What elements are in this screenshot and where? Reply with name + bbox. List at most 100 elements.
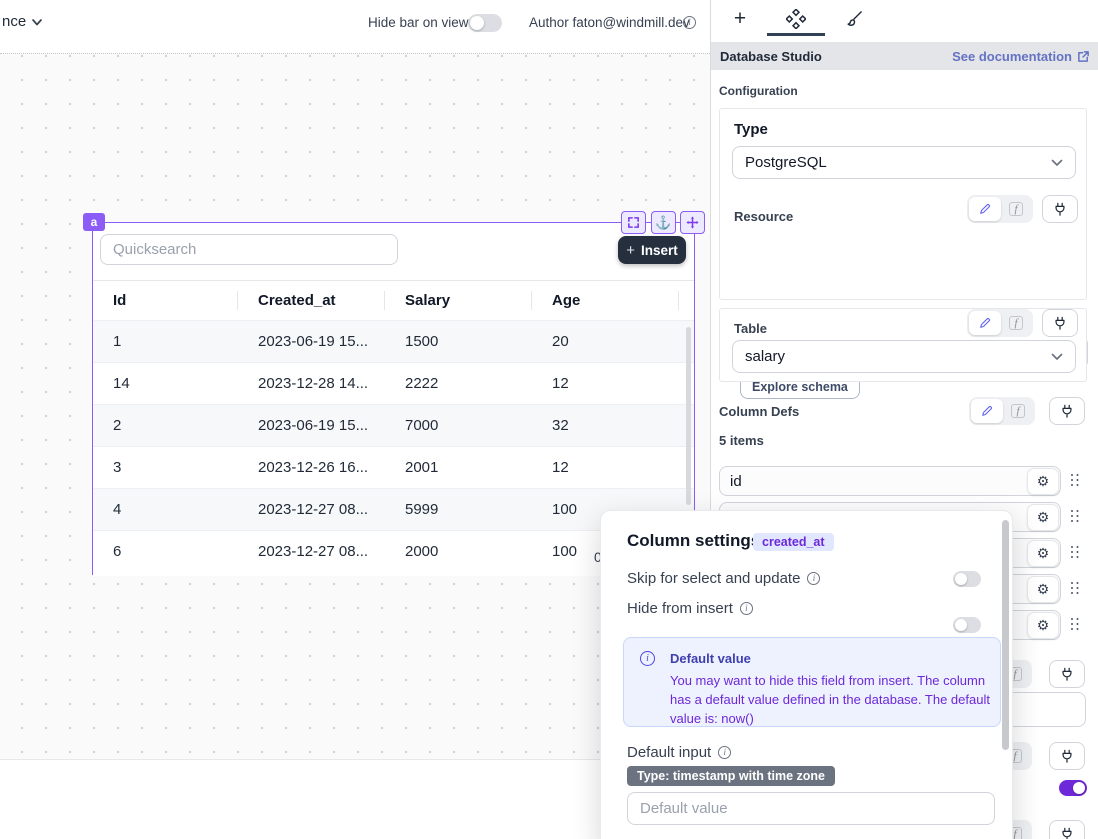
column-settings-popup: Column settings created_at Skip for sele…	[600, 510, 1013, 839]
drag-handle[interactable]	[1071, 546, 1079, 559]
column-header[interactable]: Age	[532, 281, 679, 320]
chevron-down-icon	[1051, 159, 1063, 167]
expand-component-button[interactable]	[621, 211, 646, 234]
column-defs-mode-switch: f	[969, 397, 1035, 425]
static-mode-button[interactable]	[969, 311, 1001, 335]
default-value-input[interactable]	[627, 792, 995, 825]
quicksearch-input[interactable]	[100, 234, 398, 265]
app-name-partial: nce	[2, 13, 26, 30]
type-select[interactable]: PostgreSQL	[732, 146, 1076, 179]
table-row[interactable]: 3 2023-12-26 16... 2001 12	[93, 446, 694, 488]
plug-icon	[1053, 316, 1067, 330]
table-row[interactable]: 14 2023-12-28 14... 2222 12	[93, 362, 694, 404]
table-mode-switch: f	[967, 309, 1033, 337]
table-cell: 32	[532, 417, 679, 434]
insert-button-label: Insert	[641, 243, 678, 258]
tab-styling[interactable]	[843, 8, 865, 30]
column-header[interactable]: Salary	[385, 281, 532, 320]
column-settings-gear-button[interactable]: ⚙	[1027, 576, 1059, 603]
function-icon: f	[1011, 404, 1024, 418]
column-settings-gear-button[interactable]: ⚙	[1027, 504, 1059, 531]
connect-input-button[interactable]	[1049, 397, 1085, 425]
drag-handle[interactable]	[1071, 510, 1079, 523]
move-icon	[686, 216, 699, 229]
column-def-name: id	[730, 473, 742, 490]
column-settings-gear-button[interactable]: ⚙	[1027, 540, 1059, 567]
chevron-down-icon	[1051, 353, 1063, 361]
tab-component-settings[interactable]	[785, 8, 807, 30]
see-documentation-link[interactable]: See documentation	[952, 49, 1090, 64]
table-cell: 2023-12-26 16...	[238, 459, 385, 476]
paintbrush-icon	[845, 10, 864, 29]
plug-icon	[1053, 202, 1067, 216]
toggle-knob	[1073, 782, 1085, 794]
skip-select-update-toggle[interactable]	[953, 571, 981, 587]
insert-button[interactable]: + Insert	[618, 236, 686, 264]
connect-input-button[interactable]	[1042, 309, 1078, 337]
editor-topbar: nce Hide bar on view Author faton@windmi…	[0, 0, 710, 45]
info-icon[interactable]: i	[740, 602, 753, 615]
info-icon[interactable]: i	[718, 746, 731, 759]
resource-mode-switch: f	[967, 195, 1033, 223]
info-box-body: You may want to hide this field from ins…	[670, 671, 994, 729]
plus-icon: +	[626, 242, 635, 259]
table-select[interactable]: salary	[732, 340, 1076, 373]
table-header-row: Id Created_at Salary Age	[93, 281, 694, 320]
connect-input-button[interactable]	[1042, 195, 1078, 223]
skip-select-update-label: Skip for select and update i	[627, 570, 820, 587]
hide-label-text: Hide from insert	[627, 600, 733, 617]
table-row[interactable]: 1 2023-06-19 15... 1500 20	[93, 320, 694, 362]
table-cell: 12	[532, 459, 679, 476]
pencil-icon	[979, 203, 991, 215]
drag-handle[interactable]	[1071, 618, 1079, 631]
move-component-button[interactable]	[680, 211, 705, 234]
column-name-badge: created_at	[753, 533, 834, 551]
configuration-section-label: Configuration	[719, 84, 798, 98]
table-cell: 6	[93, 543, 238, 560]
column-defs-label: Column Defs	[719, 404, 799, 419]
toggle-knob	[955, 573, 967, 585]
static-mode-button[interactable]	[971, 399, 1003, 423]
table-scrollbar[interactable]	[686, 327, 691, 505]
connect-input-button[interactable]	[1049, 820, 1085, 839]
connect-input-button[interactable]	[1049, 742, 1085, 770]
property-toggle-on[interactable]	[1059, 780, 1087, 796]
anchor-component-button[interactable]: ⚓	[651, 211, 676, 234]
info-icon[interactable]: i	[807, 572, 820, 585]
connect-input-button[interactable]	[1049, 660, 1085, 688]
items-count-label: 5 items	[719, 433, 764, 448]
drag-handle[interactable]	[1071, 474, 1079, 487]
function-icon: f	[1009, 316, 1022, 330]
column-settings-gear-button[interactable]: ⚙	[1027, 612, 1059, 639]
table-cell: 14	[93, 375, 238, 392]
eval-mode-button[interactable]: f	[1003, 313, 1029, 333]
panel-header: Database Studio See documentation	[711, 42, 1098, 70]
author-info-icon[interactable]: i	[683, 16, 696, 29]
hide-bar-toggle[interactable]	[468, 14, 502, 32]
table-row[interactable]: 2 2023-06-19 15... 7000 32	[93, 404, 694, 446]
resource-label: Resource	[734, 209, 793, 224]
column-def-item-id[interactable]: id	[719, 466, 1061, 496]
column-header[interactable]: Id	[93, 281, 238, 320]
expand-icon	[627, 216, 640, 229]
static-mode-button[interactable]	[969, 197, 1001, 221]
default-value-info-box: i Default value You may want to hide thi…	[623, 637, 1001, 727]
add-component-tab[interactable]: +	[729, 8, 751, 30]
table-cell: 4	[93, 501, 238, 518]
pencil-icon	[979, 317, 991, 329]
drag-handle[interactable]	[1071, 582, 1079, 595]
chevron-down-icon	[30, 15, 44, 29]
anchor-icon: ⚓	[655, 215, 671, 231]
external-link-icon	[1077, 50, 1090, 63]
eval-mode-button[interactable]: f	[1005, 401, 1031, 421]
eval-mode-button[interactable]: f	[1003, 199, 1029, 219]
column-header[interactable]: Created_at	[238, 281, 385, 320]
component-diamonds-icon	[786, 9, 806, 29]
app-name-dropdown[interactable]	[30, 15, 48, 33]
popup-scrollbar[interactable]	[1002, 520, 1009, 750]
doc-link-label: See documentation	[952, 49, 1072, 64]
hide-from-insert-toggle[interactable]	[953, 617, 981, 633]
table-cell: 20	[532, 333, 679, 350]
column-settings-gear-button[interactable]: ⚙	[1027, 468, 1059, 495]
default-input-label: Default input i	[627, 744, 731, 761]
